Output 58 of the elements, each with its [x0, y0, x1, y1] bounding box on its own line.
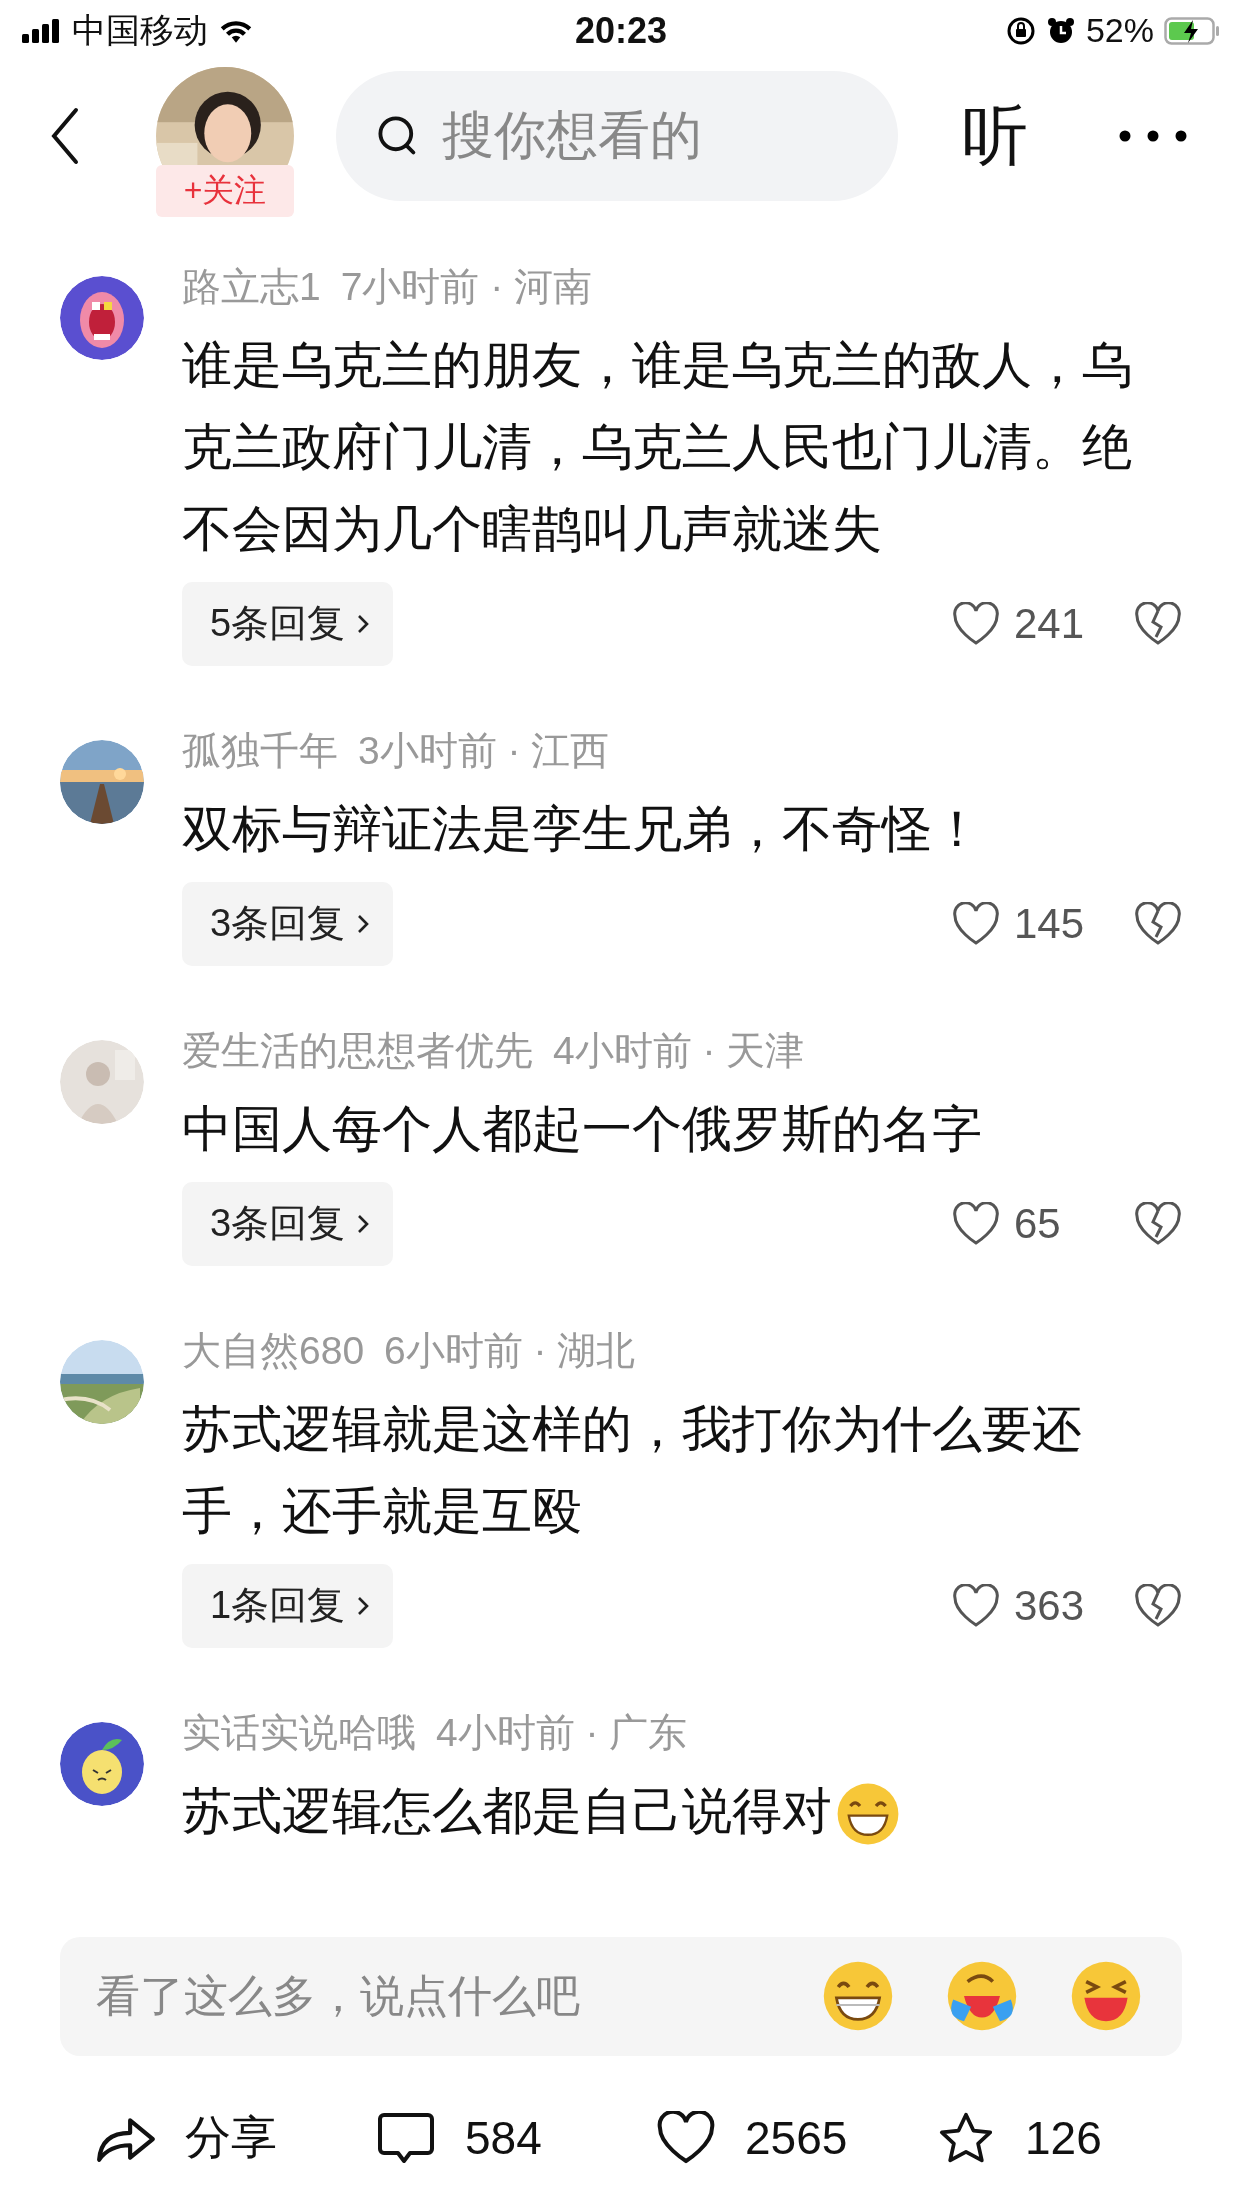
user-name[interactable]: 爱生活的思想者优先 [182, 1025, 533, 1076]
broken-heart-icon[interactable] [1134, 601, 1182, 646]
follow-button[interactable]: +关注 [156, 164, 294, 217]
comment-meta: 4小时前 · 天津 [553, 1027, 805, 1074]
chevron-icon [357, 1594, 370, 1617]
user-name[interactable]: 路立志1 [182, 261, 321, 312]
laughing-emoji-icon[interactable] [1070, 1960, 1142, 2033]
replies-button[interactable]: 3条回复 [182, 1181, 394, 1266]
search-field[interactable]: 搜你想看的 [336, 70, 898, 201]
heart-icon[interactable] [655, 2111, 717, 2166]
heart-icon[interactable] [952, 1583, 1000, 1628]
user-name[interactable]: 实话实说哈哦 [182, 1707, 416, 1758]
comment-meta: 4小时前 · 广东 [436, 1709, 688, 1756]
like-count: 241 [1014, 599, 1086, 648]
replies-button[interactable]: 3条回复 [182, 881, 394, 966]
broken-heart-icon[interactable] [1134, 901, 1182, 946]
alarm-icon [1045, 15, 1076, 46]
like-count: 2565 [745, 2111, 848, 2166]
replies-button[interactable]: 5条回复 [182, 581, 394, 666]
like-count: 363 [1014, 1581, 1086, 1630]
comment-text: 苏式逻辑就是这样的，我打你为什么要还手，还手就是互殴 [182, 1400, 1082, 1539]
share-label[interactable]: 分享 [185, 2107, 277, 2170]
broken-heart-icon[interactable] [1134, 1201, 1182, 1246]
like-count: 145 [1014, 899, 1086, 948]
clock-time: 20:23 [574, 9, 668, 52]
favorite-count: 126 [1025, 2111, 1102, 2166]
user-name[interactable]: 大自然680 [182, 1325, 365, 1376]
comment-icon[interactable] [375, 2111, 437, 2166]
comment-meta: 3小时前 · 江西 [358, 727, 610, 774]
comment-text: 谁是乌克兰的朋友，谁是乌克兰的敌人，乌克兰政府门儿清，乌克兰人民也门儿清。绝不会因为几个瞎鹊叫几声就迷失 [182, 336, 1132, 557]
replies-button[interactable]: 1条回复 [182, 1563, 394, 1648]
more-icon[interactable] [1118, 128, 1188, 143]
battery-charging-icon [1164, 16, 1220, 45]
comment-input[interactable]: 看了这么多，说点什么吧 [60, 1936, 1182, 2057]
heart-icon[interactable] [952, 901, 1000, 946]
heart-icon[interactable] [952, 1201, 1000, 1246]
battery-percent: 52% [1085, 11, 1154, 51]
carrier-name: 中国移动 [72, 9, 208, 51]
chevron-icon [357, 912, 370, 935]
user-name[interactable]: 孤独千年 [182, 725, 338, 776]
comment-text: 中国人每个人都起一个俄罗斯的名字 [182, 1100, 982, 1157]
avatar-icon[interactable] [60, 275, 144, 360]
comment-text: 苏式逻辑怎么都是自己说得对 [182, 1782, 832, 1839]
broken-heart-icon[interactable] [1134, 1583, 1182, 1628]
laughing-tears-emoji-icon[interactable] [946, 1960, 1018, 2033]
heart-icon[interactable] [952, 601, 1000, 646]
comment-meta: 6小时前 · 湖北 [384, 1327, 636, 1374]
rotation-lock-icon [1005, 15, 1036, 46]
chevron-icon [357, 1212, 370, 1235]
signal-icon [22, 18, 62, 43]
comment-count: 584 [465, 2111, 542, 2166]
comment-text: 双标与辩证法是孪生兄弟，不奇怪！ [182, 800, 982, 857]
chevron-icon [357, 612, 370, 635]
comment-meta: 7小时前 · 河南 [340, 263, 593, 310]
like-count: 65 [1014, 1199, 1062, 1248]
grin-emoji-icon [822, 1960, 894, 2033]
listen-button[interactable]: 听 [962, 90, 1028, 181]
avatar-icon[interactable] [60, 1721, 144, 1806]
